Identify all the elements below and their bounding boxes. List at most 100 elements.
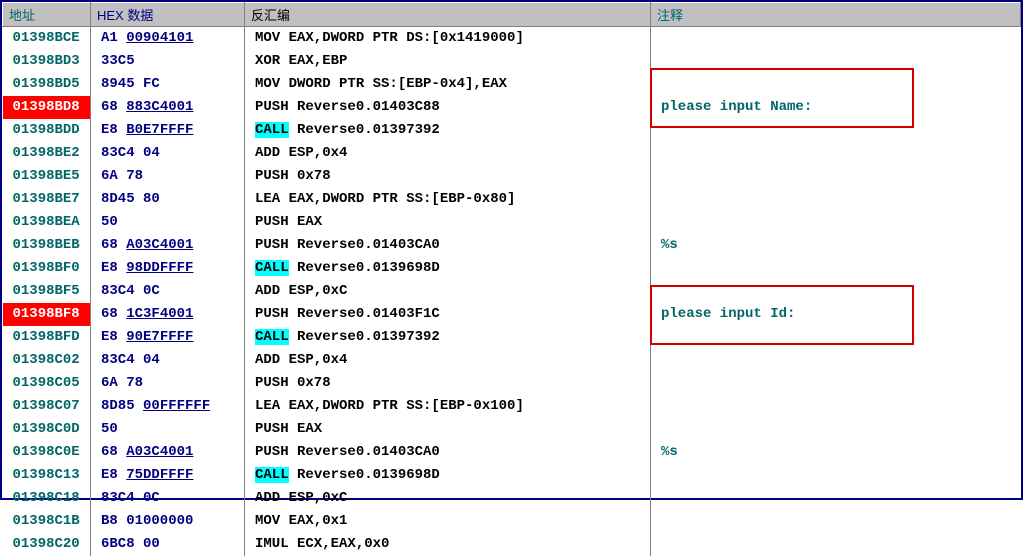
hex-cell: 6BC8 00 [91,533,245,556]
comment-cell [651,510,1021,533]
address-cell: 01398BD5 [3,73,91,96]
table-row[interactable]: 01398BF868 1C3F4001PUSH Reverse0.01403F1… [3,303,1021,326]
table-row[interactable]: 01398C0D50PUSH EAX [3,418,1021,441]
table-row[interactable]: 01398BFDE8 90E7FFFFCALL Reverse0.0139739… [3,326,1021,349]
header-address[interactable]: 地址 [3,3,91,27]
table-row[interactable]: 01398C13E8 75DDFFFFCALL Reverse0.0139698… [3,464,1021,487]
address-cell: 01398BDD [3,119,91,142]
comment-cell [651,142,1021,165]
comment-cell [651,418,1021,441]
asm-cell: MOV EAX,0x1 [245,510,651,533]
address-cell: 01398BD8 [3,96,91,119]
asm-cell: CALL Reverse0.01397392 [245,326,651,349]
hex-cell: 83C4 04 [91,142,245,165]
asm-cell: PUSH 0x78 [245,372,651,395]
hex-cell: B8 01000000 [91,510,245,533]
table-row[interactable]: 01398C0E68 A03C4001PUSH Reverse0.01403CA… [3,441,1021,464]
comment-cell: please input Name: [651,96,1021,119]
table-row[interactable]: 01398C0283C4 04ADD ESP,0x4 [3,349,1021,372]
hex-cell: 68 883C4001 [91,96,245,119]
asm-cell: ADD ESP,0xC [245,487,651,510]
asm-cell: CALL Reverse0.0139698D [245,464,651,487]
comment-cell [651,395,1021,418]
header-asm[interactable]: 反汇编 [245,3,651,27]
comment-cell [651,349,1021,372]
table-row[interactable]: 01398BDDE8 B0E7FFFFCALL Reverse0.0139739… [3,119,1021,142]
hex-cell: E8 98DDFFFF [91,257,245,280]
asm-cell: PUSH 0x78 [245,165,651,188]
asm-cell: PUSH Reverse0.01403CA0 [245,441,651,464]
address-cell: 01398BCE [3,27,91,51]
header-hex[interactable]: HEX 数据 [91,3,245,27]
asm-cell: CALL Reverse0.01397392 [245,119,651,142]
address-cell: 01398BEB [3,234,91,257]
table-row[interactable]: 01398C056A 78PUSH 0x78 [3,372,1021,395]
address-cell: 01398BF0 [3,257,91,280]
table-row[interactable]: 01398C078D85 00FFFFFFLEA EAX,DWORD PTR S… [3,395,1021,418]
asm-cell: LEA EAX,DWORD PTR SS:[EBP-0x100] [245,395,651,418]
hex-cell: E8 75DDFFFF [91,464,245,487]
table-row[interactable]: 01398BE283C4 04ADD ESP,0x4 [3,142,1021,165]
asm-cell: ADD ESP,0x4 [245,142,651,165]
table-row[interactable]: 01398BD868 883C4001PUSH Reverse0.01403C8… [3,96,1021,119]
disassembly-table[interactable]: 地址 HEX 数据 反汇编 注释 01398BCEA1 00904101MOV … [2,2,1021,556]
table-row[interactable]: 01398BEA50PUSH EAX [3,211,1021,234]
table-row[interactable]: 01398BE56A 78PUSH 0x78 [3,165,1021,188]
asm-cell: ADD ESP,0x4 [245,349,651,372]
comment-cell [651,119,1021,142]
comment-cell: %s [651,234,1021,257]
table-row[interactable]: 01398C206BC8 00IMUL ECX,EAX,0x0 [3,533,1021,556]
comment-cell [651,165,1021,188]
address-cell: 01398C1B [3,510,91,533]
hex-cell: 68 1C3F4001 [91,303,245,326]
header-comment[interactable]: 注释 [651,3,1021,27]
address-cell: 01398BFD [3,326,91,349]
asm-cell: ADD ESP,0xC [245,280,651,303]
asm-cell: PUSH EAX [245,211,651,234]
table-row[interactable]: 01398BF583C4 0CADD ESP,0xC [3,280,1021,303]
address-cell: 01398BF5 [3,280,91,303]
address-cell: 01398C0E [3,441,91,464]
comment-cell [651,326,1021,349]
table-row[interactable]: 01398BD58945 FCMOV DWORD PTR SS:[EBP-0x4… [3,73,1021,96]
hex-cell: A1 00904101 [91,27,245,51]
asm-cell: CALL Reverse0.0139698D [245,257,651,280]
hex-cell: 83C4 0C [91,487,245,510]
comment-cell [651,487,1021,510]
asm-cell: XOR EAX,EBP [245,50,651,73]
hex-cell: 8D85 00FFFFFF [91,395,245,418]
table-row[interactable]: 01398BCEA1 00904101MOV EAX,DWORD PTR DS:… [3,27,1021,51]
table-row[interactable]: 01398BF0E8 98DDFFFFCALL Reverse0.0139698… [3,257,1021,280]
asm-cell: MOV EAX,DWORD PTR DS:[0x1419000] [245,27,651,51]
asm-cell: MOV DWORD PTR SS:[EBP-0x4],EAX [245,73,651,96]
comment-cell [651,50,1021,73]
table-row[interactable]: 01398C1BB8 01000000MOV EAX,0x1 [3,510,1021,533]
address-cell: 01398BE2 [3,142,91,165]
address-cell: 01398BD3 [3,50,91,73]
comment-cell [651,73,1021,96]
table-row[interactable]: 01398BD333C5XOR EAX,EBP [3,50,1021,73]
address-cell: 01398C13 [3,464,91,487]
comment-cell [651,533,1021,556]
address-cell: 01398C05 [3,372,91,395]
comment-cell [651,257,1021,280]
comment-cell [651,27,1021,51]
address-cell: 01398C07 [3,395,91,418]
table-row[interactable]: 01398BE78D45 80LEA EAX,DWORD PTR SS:[EBP… [3,188,1021,211]
comment-cell [651,280,1021,303]
comment-cell [651,464,1021,487]
hex-cell: 83C4 0C [91,280,245,303]
hex-cell: 33C5 [91,50,245,73]
asm-cell: PUSH Reverse0.01403F1C [245,303,651,326]
table-header-row: 地址 HEX 数据 反汇编 注释 [3,3,1021,27]
hex-cell: 83C4 04 [91,349,245,372]
asm-cell: PUSH Reverse0.01403CA0 [245,234,651,257]
address-cell: 01398C20 [3,533,91,556]
hex-cell: 50 [91,418,245,441]
comment-cell [651,372,1021,395]
hex-cell: 50 [91,211,245,234]
hex-cell: 6A 78 [91,372,245,395]
table-row[interactable]: 01398BEB68 A03C4001PUSH Reverse0.01403CA… [3,234,1021,257]
address-cell: 01398C0D [3,418,91,441]
table-row[interactable]: 01398C1883C4 0CADD ESP,0xC [3,487,1021,510]
